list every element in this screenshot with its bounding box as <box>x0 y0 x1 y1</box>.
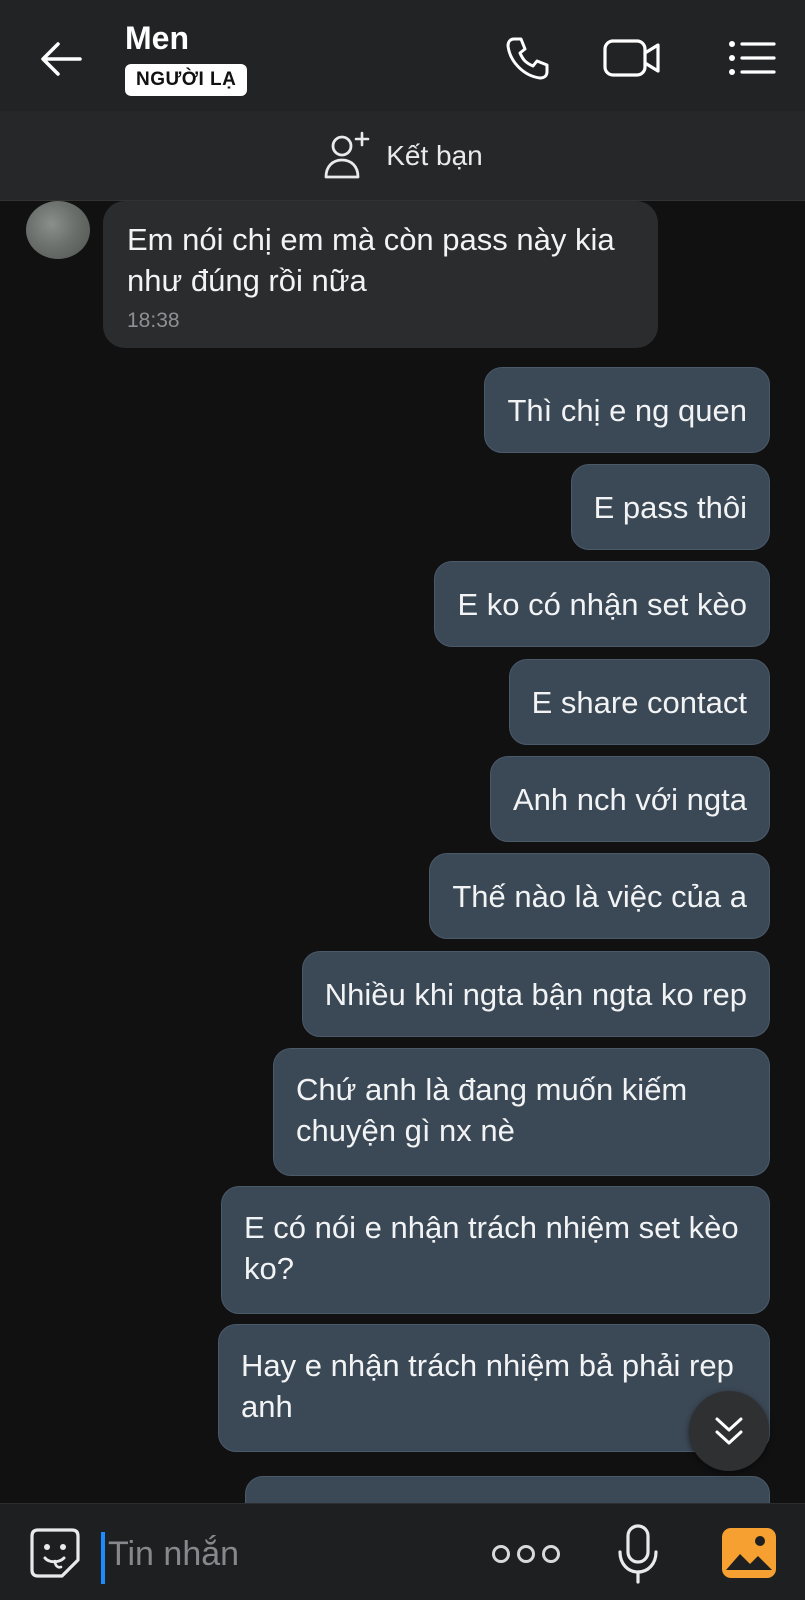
avatar[interactable] <box>26 201 90 259</box>
more-options-button[interactable] <box>492 1534 560 1574</box>
message-text: Thế nào là việc của a <box>452 878 747 914</box>
add-user-icon <box>324 131 370 178</box>
outgoing-message[interactable]: Nhiều khi ngta bận ngta ko rep <box>301 951 770 1037</box>
video-camera-icon <box>603 38 660 77</box>
text-cursor <box>101 1532 105 1584</box>
chat-header: Men NGƯỜI LẠ <box>0 0 805 111</box>
scroll-to-bottom-button[interactable] <box>689 1391 769 1471</box>
back-button[interactable] <box>36 34 86 84</box>
message-text: Thì chị e ng quen <box>507 392 747 428</box>
image-icon <box>722 1528 776 1578</box>
outgoing-message[interactable]: E có nói e nhận trách nhiệm set kèo ko? <box>221 1186 770 1314</box>
list-menu-icon <box>729 40 776 75</box>
outgoing-message-partial[interactable] <box>245 1476 770 1503</box>
message-text: E ko có nhận set kèo <box>457 586 747 622</box>
more-dots-icon <box>517 1545 535 1563</box>
message-text: Hay e nhận trách nhiệm bả phải rep anh <box>241 1348 734 1424</box>
message-text: E pass thôi <box>593 489 747 525</box>
outgoing-message[interactable]: Chứ anh là đang muốn kiếm chuyện gì nx n… <box>273 1048 770 1176</box>
outgoing-message[interactable]: E pass thôi <box>570 464 770 550</box>
video-call-button[interactable] <box>602 30 662 85</box>
message-input[interactable] <box>108 1526 468 1582</box>
more-dots-icon <box>492 1545 510 1563</box>
sticker-icon <box>30 1528 80 1578</box>
outgoing-message[interactable]: E share contact <box>508 659 770 745</box>
incoming-message[interactable]: Em nói chị em mà còn pass này kia như đú… <box>103 201 658 348</box>
double-chevron-down-icon <box>715 1417 743 1445</box>
outgoing-message[interactable]: E ko có nhận set kèo <box>434 561 770 647</box>
message-composer <box>0 1503 805 1600</box>
outgoing-message[interactable]: Hay e nhận trách nhiệm bả phải rep anh <box>218 1324 770 1452</box>
add-friend-bar[interactable]: Kết bạn <box>0 111 805 201</box>
sticker-button[interactable] <box>28 1526 82 1580</box>
call-button[interactable] <box>497 30 557 85</box>
message-text: Anh nch với ngta <box>512 781 747 817</box>
stranger-badge: NGƯỜI LẠ <box>125 64 248 96</box>
message-text: Chứ anh là đang muốn kiếm chuyện gì nx n… <box>296 1072 688 1148</box>
message-text: Em nói chị em mà còn pass này kia như đú… <box>127 222 615 298</box>
outgoing-message[interactable]: Anh nch với ngta <box>489 756 770 842</box>
voice-message-button[interactable] <box>616 1522 660 1586</box>
arrow-left-icon <box>41 42 82 76</box>
menu-button[interactable] <box>722 30 782 85</box>
message-list[interactable]: Em nói chị em mà còn pass này kia như đú… <box>0 201 805 1503</box>
outgoing-message[interactable]: Thế nào là việc của a <box>429 853 770 939</box>
message-text: Nhiều khi ngta bận ngta ko rep <box>324 976 747 1012</box>
gallery-button[interactable] <box>720 1526 778 1580</box>
microphone-icon <box>618 1524 658 1584</box>
message-text: E có nói e nhận trách nhiệm set kèo ko? <box>244 1210 739 1286</box>
more-dots-icon <box>542 1545 560 1563</box>
phone-icon <box>506 37 549 79</box>
message-time: 18:38 <box>127 309 180 332</box>
add-friend-label: Kết bạn <box>386 139 483 171</box>
outgoing-message[interactable]: Thì chị e ng quen <box>484 367 770 453</box>
contact-name[interactable]: Men <box>125 20 189 57</box>
message-text: E share contact <box>531 684 747 720</box>
